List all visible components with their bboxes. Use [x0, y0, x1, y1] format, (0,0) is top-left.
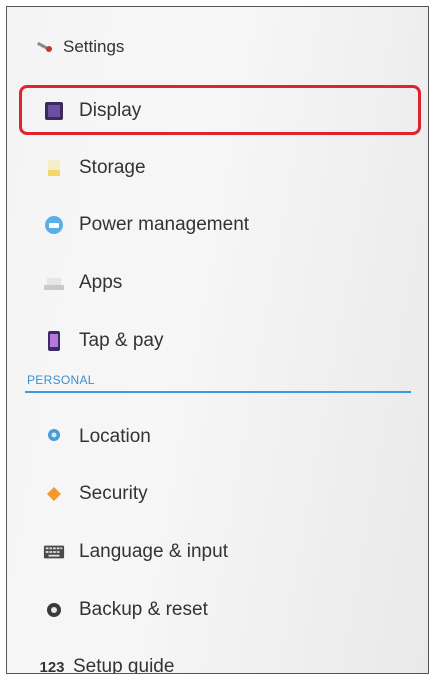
tap-pay-icon [43, 330, 65, 352]
section-divider [25, 391, 411, 393]
settings-item-location[interactable]: Location [7, 409, 428, 465]
settings-item-label: Location [79, 426, 151, 447]
display-highlight-box [19, 85, 421, 135]
settings-item-setup-guide[interactable]: 123 Setup guide [7, 639, 428, 674]
settings-item-power-management[interactable]: Power management [7, 197, 428, 253]
settings-item-security[interactable]: Security [7, 466, 428, 522]
settings-item-label: Language & input [79, 541, 228, 562]
keyboard-icon [43, 541, 65, 563]
page-title: Settings [63, 37, 125, 56]
settings-item-label: Storage [79, 157, 146, 178]
storage-icon [43, 157, 65, 179]
settings-item-label: Security [79, 483, 148, 504]
backup-icon [43, 599, 65, 621]
security-icon [43, 483, 65, 505]
settings-item-label: Power management [79, 214, 250, 235]
settings-item-label: Setup guide [73, 656, 175, 674]
section-header-personal: PERSONAL [27, 373, 95, 387]
settings-item-language-input[interactable]: Language & input [7, 524, 428, 580]
setup-guide-icon: 123 [39, 658, 65, 674]
settings-item-apps[interactable]: Apps [7, 255, 428, 311]
settings-panel: Settings Display Storage Power managemen… [6, 6, 429, 674]
apps-icon [43, 272, 65, 294]
settings-item-label: Tap & pay [79, 330, 164, 351]
settings-item-label: Backup & reset [79, 599, 208, 620]
settings-item-label: Apps [79, 272, 123, 293]
settings-item-storage[interactable]: Storage [7, 140, 428, 196]
settings-item-tap-pay[interactable]: Tap & pay [7, 313, 428, 369]
settings-item-backup-reset[interactable]: Backup & reset [7, 582, 428, 638]
location-icon [43, 426, 65, 448]
settings-wrench-icon [35, 39, 55, 58]
settings-header: Settings [7, 7, 428, 67]
power-management-icon [43, 214, 65, 236]
